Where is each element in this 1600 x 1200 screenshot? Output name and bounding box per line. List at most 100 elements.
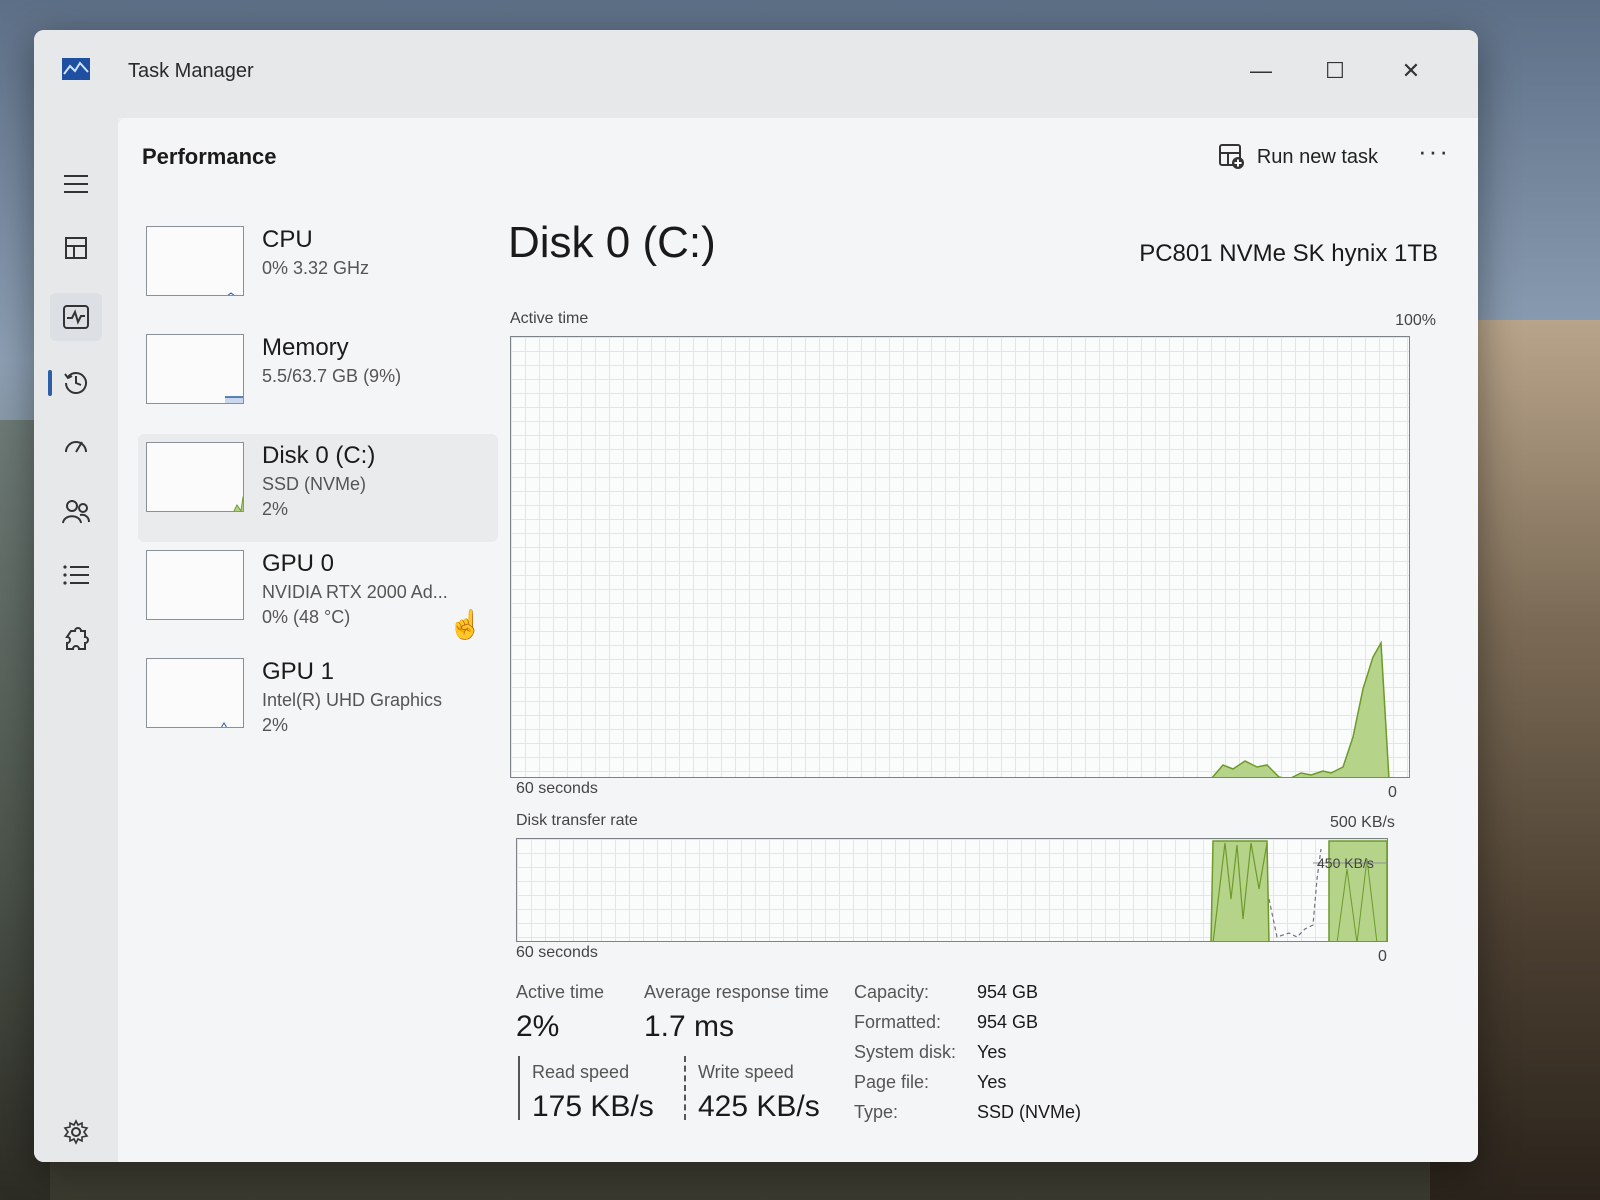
run-task-icon [1218,144,1244,169]
gpu1-thumbnail [146,658,244,728]
nav-menu-button[interactable] [50,160,102,208]
device-usage: 2% [262,499,289,519]
device-detail: 0% 3.32 GHz [262,258,370,278]
transfer-rate-graph [1210,840,1387,941]
nav-performance[interactable] [50,293,102,341]
menu-icon [64,175,88,193]
transfer-chart-mid: 450 KB/s [1317,855,1374,871]
device-list: CPU 0% 3.32 GHz Memory 5.5/63.7 GB (9%) [138,218,498,758]
active-time-chart-max: 100% [1395,312,1436,329]
prop-type-label: Type: [854,1102,899,1122]
device-detail: 5.5/63.7 GB (9%) [262,366,402,386]
grid-icon [65,237,87,259]
more-options-button[interactable]: ··· [1418,136,1450,167]
prop-system-disk-label: System disk: [854,1042,957,1062]
device-item-gpu-0[interactable]: GPU 0 NVIDIA RTX 2000 Ad... 0% (48 °C) [138,542,498,650]
mouse-cursor-hand-icon: ☝ [448,609,483,640]
memory-mini-graph [225,396,243,403]
users-icon [62,500,90,524]
active-time-value: 2% [516,1010,560,1043]
gear-icon [63,1119,89,1145]
avg-response-value: 1.7 ms [644,1010,735,1043]
prop-page-file-value: Yes [977,1072,1007,1092]
nav-services[interactable] [50,616,102,664]
nav-app-history[interactable] [50,358,102,406]
active-time-graph [1211,640,1390,777]
device-detail: NVIDIA RTX 2000 Ad... [262,582,448,602]
header-bar: Performance Run new task ··· [118,118,1478,198]
puzzle-icon [65,627,89,650]
disk-thumbnail [146,442,244,512]
task-manager-window: Task Manager — ☐ ✕ Performance Run new t… [34,30,1478,1162]
device-name: GPU 1 [262,658,335,685]
page-title: Performance [142,144,277,169]
nav-startup-apps[interactable] [50,423,102,471]
disk-title: Disk 0 (C:) [508,218,716,267]
active-time-x-right: 0 [1388,784,1397,801]
read-speed-divider [518,1056,520,1120]
device-item-disk-0[interactable]: Disk 0 (C:) SSD (NVMe) 2% [138,434,498,542]
active-time-chart-label: Active time [510,310,589,327]
run-new-task-label: Run new task [1256,145,1378,168]
maximize-button[interactable]: ☐ [1312,48,1358,94]
speedometer-icon [65,441,87,453]
content-area: Performance Run new task ··· CPU 0% 3.32… [118,118,1478,1162]
nav-processes[interactable] [50,224,102,272]
prop-formatted-label: Formatted: [854,1012,942,1032]
write-speed-value: 425 KB/s [698,1090,820,1123]
device-item-cpu[interactable]: CPU 0% 3.32 GHz [138,218,498,326]
close-icon: ✕ [1401,58,1421,83]
prop-formatted-value: 954 GB [977,1012,1039,1032]
list-icon [63,565,89,585]
write-speed-label: Write speed [698,1062,794,1082]
read-speed-label: Read speed [532,1062,630,1082]
active-time-label: Active time [516,982,605,1002]
device-name: GPU 0 [262,550,335,577]
device-usage: 0% (48 °C) [262,607,351,627]
prop-type-value: SSD (NVMe) [977,1102,1082,1122]
active-time-chart [510,336,1410,778]
device-name: Memory [262,334,349,361]
prop-capacity-value: 954 GB [977,982,1039,1002]
nav-details[interactable] [50,551,102,599]
cpu-mini-graph [227,292,235,295]
close-button[interactable]: ✕ [1388,48,1434,94]
active-time-area [1211,640,1390,777]
transfer-rate-chart: 450 KB/s [516,838,1388,942]
title-bar[interactable]: Task Manager — ☐ ✕ [34,30,1478,118]
device-usage: 2% [262,715,289,735]
minimize-icon: — [1250,58,1272,83]
avg-response-label: Average response time [644,982,829,1002]
device-name: Disk 0 (C:) [262,442,376,469]
transfer-chart-label: Disk transfer rate [516,812,638,829]
device-item-memory[interactable]: Memory 5.5/63.7 GB (9%) [138,326,498,434]
device-detail: Intel(R) UHD Graphics [262,690,443,710]
prop-system-disk-value: Yes [977,1042,1007,1062]
device-name: CPU [262,226,313,253]
transfer-chart-max: 500 KB/s [1330,814,1395,831]
window-title: Task Manager [128,60,254,82]
run-new-task-button[interactable]: Run new task [1218,144,1378,170]
memory-thumbnail [146,334,244,404]
task-manager-app-icon [62,58,90,80]
nav-settings[interactable] [50,1108,102,1156]
history-icon [64,372,87,394]
transfer-write-line [1268,848,1322,938]
write-speed-divider [684,1056,686,1120]
nav-users[interactable] [50,488,102,536]
read-speed-value: 175 KB/s [532,1090,654,1123]
maximize-icon: ☐ [1325,58,1345,83]
active-time-x-left: 60 seconds [516,780,598,797]
gpu0-thumbnail [146,550,244,620]
device-item-gpu-1[interactable]: GPU 1 Intel(R) UHD Graphics 2% [138,650,498,758]
device-detail: SSD (NVMe) [262,474,367,494]
prop-page-file-label: Page file: [854,1072,930,1092]
disk-detail-panel: Disk 0 (C:) PC801 NVMe SK hynix 1TB Acti… [508,218,1448,1142]
disk-mini-graph [233,496,243,511]
cpu-thumbnail [146,226,244,296]
prop-capacity-label: Capacity: [854,982,930,1002]
disk-statistics: Active time 2% Average response time 1.7… [512,958,1412,1128]
minimize-button[interactable]: — [1238,48,1284,94]
disk-model: PC801 NVMe SK hynix 1TB [1139,240,1438,267]
pulse-icon [63,305,89,329]
